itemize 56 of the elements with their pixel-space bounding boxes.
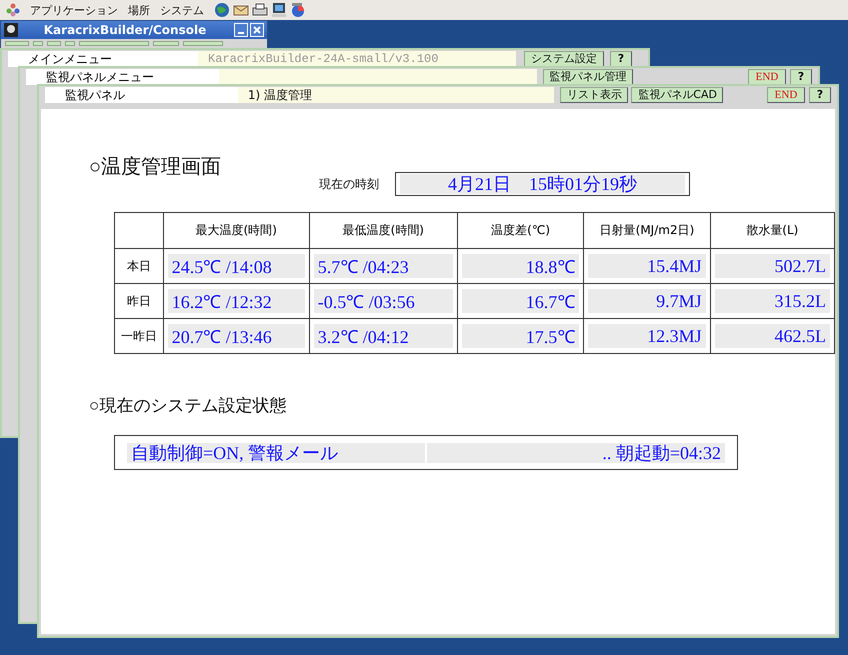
- toolbar-button[interactable]: 監視パネルCAD: [631, 87, 723, 103]
- table-cell: 16.7℃: [462, 289, 580, 313]
- clock-value: 4月21日 15時01分19秒: [400, 174, 685, 194]
- table-cell: 5.7℃ /04:23: [314, 254, 453, 278]
- section-heading: ○温度管理画面: [89, 155, 222, 180]
- column-header: 散水量(L): [710, 212, 834, 248]
- table-cell: 462.5L: [714, 324, 830, 348]
- menu-item[interactable]: 場所: [128, 2, 150, 18]
- window-info: KaracrixBuilder-24A-small/v3.100: [198, 51, 516, 67]
- toolbar-button[interactable]: リスト表示: [560, 87, 628, 103]
- column-header: 日射量(MJ/m2日): [584, 212, 710, 248]
- row-label: 一昨日: [114, 318, 164, 354]
- menu-item[interactable]: アプリケーション: [30, 2, 118, 18]
- table-cell: 315.2L: [714, 289, 830, 313]
- printer-icon[interactable]: [252, 2, 268, 18]
- column-header: 最低温度(時間): [309, 212, 458, 248]
- help-button[interactable]: ?: [610, 51, 632, 67]
- table-cell: 12.3MJ: [588, 324, 706, 348]
- window-title: KaracrixBuilder/Console: [42, 23, 208, 37]
- table-cell: 24.5℃ /14:08: [168, 254, 305, 278]
- column-header: 最大温度(時間): [163, 212, 310, 248]
- table-cell: -0.5℃ /03:56: [314, 289, 453, 313]
- window-name: 監視パネル: [45, 87, 238, 103]
- table-cell: 3.2℃ /04:12: [314, 324, 453, 348]
- section-heading: ○現在のシステム設定状態: [89, 395, 288, 417]
- toolbar-button[interactable]: システム設定: [524, 51, 604, 67]
- row-label: 本日: [114, 248, 164, 284]
- end-button[interactable]: END: [748, 69, 786, 85]
- minimize-button[interactable]: [234, 23, 248, 37]
- table-cell: 9.7MJ: [588, 289, 706, 313]
- monitor-icon[interactable]: [271, 2, 287, 18]
- clock-label: 現在の時刻: [319, 176, 379, 192]
- table-cell: 17.5℃: [462, 324, 580, 348]
- toolbar-button[interactable]: 監視パネル管理: [542, 69, 633, 85]
- status-value: 自動制御=ON, 警報メール: [127, 442, 425, 462]
- column-header: 温度差(℃): [457, 212, 584, 248]
- status-value: .. 朝起動=04:32: [427, 442, 725, 462]
- close-button[interactable]: [250, 23, 264, 37]
- window-name: 監視パネルメニュー: [26, 69, 220, 85]
- chart-icon[interactable]: [290, 2, 306, 18]
- help-button[interactable]: ?: [790, 69, 812, 85]
- window-name: メインメニュー: [8, 51, 198, 67]
- row-label: 昨日: [114, 284, 164, 318]
- close-icon: [253, 26, 261, 34]
- apps-icon[interactable]: [6, 3, 20, 17]
- globe-icon[interactable]: [214, 2, 230, 18]
- end-button[interactable]: END: [766, 87, 805, 103]
- table-cell: 502.7L: [714, 254, 830, 278]
- app-icon: [4, 23, 18, 37]
- window-info: 1) 温度管理: [238, 87, 554, 103]
- table-cell: 18.8℃: [462, 254, 580, 278]
- table-cell: 20.7℃ /13:46: [168, 324, 305, 348]
- help-button[interactable]: ?: [808, 87, 831, 103]
- menu-item[interactable]: システム: [160, 2, 204, 18]
- table-cell: 16.2℃ /12:32: [168, 289, 305, 313]
- table-cell: 15.4MJ: [588, 254, 706, 278]
